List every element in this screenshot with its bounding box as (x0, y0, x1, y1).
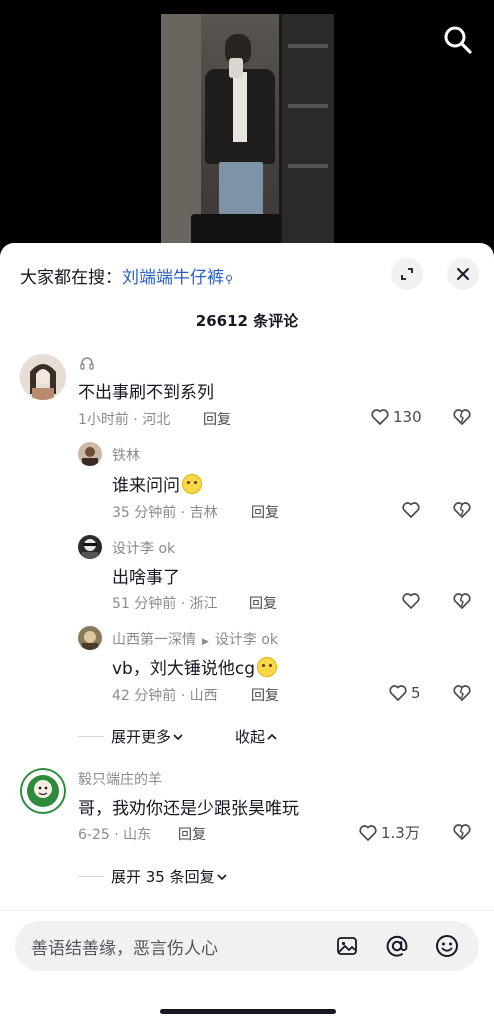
like-count: 1.3万 (381, 824, 420, 842)
collapse-button[interactable]: 收起 (235, 726, 279, 747)
reply-button[interactable]: 回复 (203, 409, 231, 429)
close-button[interactable] (447, 258, 479, 290)
comment-meta: 42 分钟前 · 山西 (112, 688, 218, 704)
video-person-shirt (233, 72, 247, 142)
avatar[interactable] (20, 354, 66, 400)
fullscreen-icon (401, 268, 413, 280)
emoji-button[interactable] (433, 932, 461, 960)
heart-icon (359, 824, 377, 841)
trending-search: 大家都在搜：刘端端牛仔裤⚲ (20, 263, 233, 288)
thinking-emoji-icon (182, 474, 202, 494)
thread-divider-line (78, 736, 104, 737)
image-icon (337, 937, 357, 955)
commenter-name[interactable]: 设计李 ok (112, 538, 175, 558)
dislike-button[interactable] (452, 407, 472, 431)
reply-to-name[interactable]: 设计李 ok (215, 632, 278, 648)
broken-heart-icon (453, 593, 471, 609)
comment-text-content: vb，刘大锤说他cg (112, 659, 255, 679)
comment-text: 不出事刷不到系列 (78, 383, 214, 403)
avatar[interactable] (78, 535, 102, 559)
video-monitor (191, 214, 281, 245)
comment-text: 出啥事了 (112, 568, 180, 588)
video-shelf (279, 14, 334, 245)
like-button[interactable] (401, 591, 424, 611)
comment-meta: 35 分钟前 · 吉林 (112, 505, 218, 521)
expand-replies-label: 展开 35 条回复 (111, 868, 215, 886)
home-indicator[interactable] (160, 1009, 336, 1014)
comment-count-title: 26612 条评论 (195, 312, 299, 330)
comment-input[interactable]: 善语结善缘，恶言伤人心 (31, 934, 218, 959)
expand-replies-button[interactable]: 展开 35 条回复 (111, 866, 229, 887)
video-player[interactable] (0, 0, 494, 245)
comment-text: vb，刘大锤说他cg (112, 654, 277, 679)
thread-divider-line (78, 876, 104, 877)
like-button[interactable]: 1.3万 (358, 822, 420, 843)
reply-button[interactable]: 回复 (178, 824, 206, 844)
search-button[interactable] (440, 22, 476, 58)
close-icon (457, 268, 469, 280)
video-frame (161, 14, 334, 245)
small-search-icon: ⚲ (225, 273, 234, 286)
reply-button[interactable]: 回复 (251, 502, 279, 522)
heart-icon (402, 502, 420, 518)
emoji-icon (257, 657, 277, 677)
avatar[interactable] (78, 442, 102, 466)
reply-button[interactable]: 回复 (249, 593, 277, 613)
chevron-down-icon (217, 873, 227, 880)
heart-icon (402, 593, 420, 609)
commenter-name[interactable]: 山西第一深情 (112, 632, 196, 648)
expand-more-button[interactable]: 展开更多 (111, 726, 185, 747)
trending-search-prefix: 大家都在搜： (20, 268, 122, 288)
video-phone (229, 58, 243, 78)
image-button[interactable] (333, 932, 361, 960)
video-wall (161, 14, 201, 245)
chevron-down-icon (173, 733, 183, 740)
commenter-name[interactable]: 铁林 (112, 445, 140, 465)
like-button[interactable]: 130 (370, 407, 422, 427)
commenter-name[interactable]: 毅只端庄的羊 (78, 769, 162, 789)
collapse-label: 收起 (235, 728, 266, 746)
mention-button[interactable] (383, 932, 411, 960)
comment-input-bar[interactable]: 善语结善缘，恶言伤人心 (15, 921, 479, 971)
avatar[interactable] (78, 626, 102, 650)
avatar[interactable] (20, 768, 66, 814)
like-count: 5 (411, 684, 421, 702)
emoji-icon (436, 935, 458, 957)
dislike-button[interactable] (452, 683, 472, 707)
heart-icon (371, 409, 389, 425)
comment-meta: 51 分钟前 · 浙江 (112, 596, 218, 612)
like-button[interactable]: 5 (388, 683, 421, 703)
headphones-icon (80, 357, 94, 370)
comment-meta: 1小时前 · 河北 (78, 412, 171, 428)
like-count: 130 (393, 408, 422, 426)
comment-text: 哥，我劝你还是少跟张昊唯玩 (78, 799, 299, 819)
comment-text: 谁来问问 (112, 471, 202, 496)
dislike-button[interactable] (452, 500, 472, 524)
dislike-button[interactable] (452, 822, 472, 846)
reply-arrow-icon: ▶ (202, 637, 209, 647)
search-icon (444, 26, 472, 54)
comment-text-content: 谁来问问 (112, 476, 180, 496)
broken-heart-icon (453, 409, 471, 425)
dislike-button[interactable] (452, 591, 472, 615)
trending-search-link[interactable]: 刘端端牛仔裤 (122, 268, 224, 288)
chevron-up-icon (267, 733, 277, 740)
comment-panel: 大家都在搜：刘端端牛仔裤⚲ 26612 条评论 不出事刷不到系列 1小时前 · … (0, 243, 494, 1024)
heart-icon (389, 685, 407, 701)
broken-heart-icon (453, 685, 471, 701)
at-icon (386, 935, 408, 957)
fullscreen-button[interactable] (391, 258, 423, 290)
like-button[interactable] (401, 500, 424, 520)
reply-button[interactable]: 回复 (251, 685, 279, 705)
expand-more-label: 展开更多 (111, 728, 172, 746)
comment-meta: 6-25 · 山东 (78, 827, 152, 843)
broken-heart-icon (453, 502, 471, 518)
input-divider (0, 910, 494, 911)
broken-heart-icon (453, 824, 471, 840)
reply-thread-names: 山西第一深情 ▶ 设计李 ok (112, 629, 278, 649)
